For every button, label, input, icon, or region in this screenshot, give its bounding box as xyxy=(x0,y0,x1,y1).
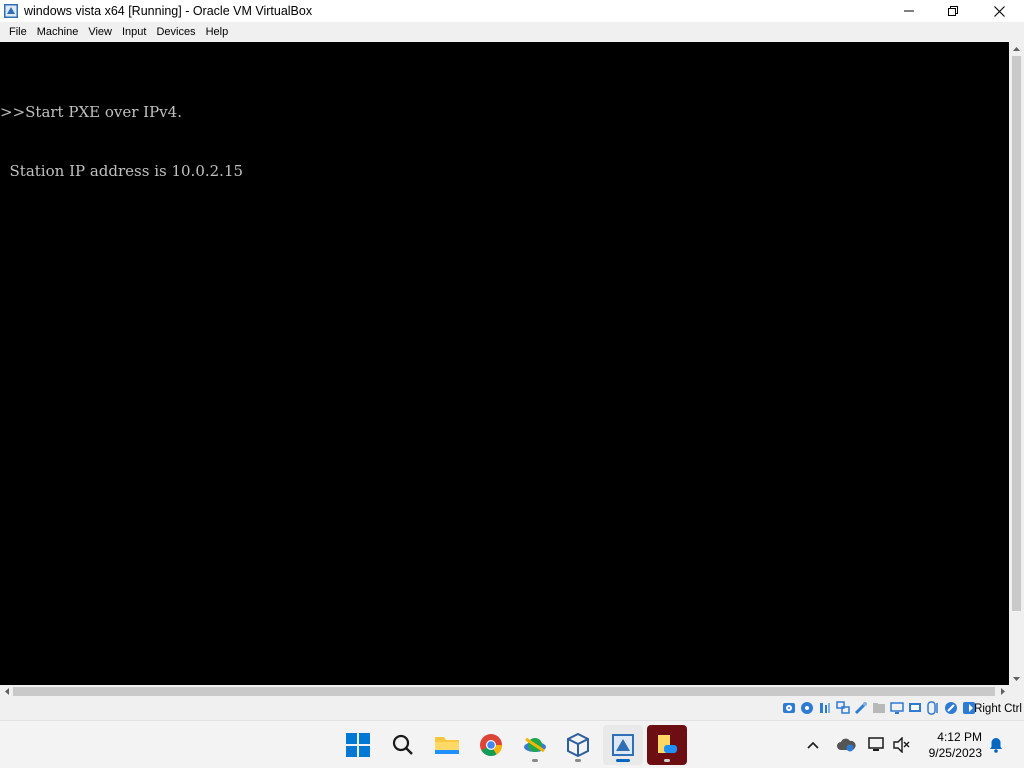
satellite-app-icon[interactable] xyxy=(515,725,555,765)
scroll-right-icon[interactable] xyxy=(996,685,1009,698)
mouse-integration-icon[interactable] xyxy=(925,700,940,715)
clock-date: 9/25/2023 xyxy=(928,746,982,760)
start-icon[interactable] xyxy=(338,725,378,765)
console-line: Station IP address is 10.0.2.15 xyxy=(0,161,244,180)
cloud-sync-icon[interactable] xyxy=(833,721,859,769)
minimize-button[interactable] xyxy=(886,0,932,22)
display-icon[interactable] xyxy=(889,700,904,715)
scrollbar-corner xyxy=(1009,685,1024,698)
scroll-up-icon[interactable] xyxy=(1009,42,1024,55)
virtualbox-icon[interactable] xyxy=(3,3,19,19)
close-button[interactable] xyxy=(976,0,1022,22)
file-explorer-icon[interactable] xyxy=(427,725,467,765)
notes-app-icon[interactable] xyxy=(647,725,687,765)
search-icon[interactable] xyxy=(383,725,423,765)
horizontal-scrollbar[interactable] xyxy=(0,685,1009,698)
clock[interactable]: 4:12 PM 9/25/2023 xyxy=(929,729,982,761)
scroll-left-icon[interactable] xyxy=(0,685,13,698)
vm-window-icon[interactable] xyxy=(603,725,643,765)
console-line: >>Start PXE over IPv4. xyxy=(0,103,182,121)
vm-display[interactable]: >>Start PXE over IPv4. Station IP addres… xyxy=(0,42,1009,685)
host-key-label: Right Ctrl xyxy=(974,703,1022,715)
vertical-scrollbar[interactable] xyxy=(1009,42,1024,685)
taskbar: 4:12 PM 9/25/2023 xyxy=(0,720,1024,768)
network-icon[interactable] xyxy=(835,700,850,715)
scroll-thumb[interactable] xyxy=(1012,56,1021,611)
status-bar: Right Ctrl xyxy=(0,698,1024,720)
menu-input[interactable]: Input xyxy=(117,22,151,42)
optical-disk-icon[interactable] xyxy=(799,700,814,715)
menu-file[interactable]: File xyxy=(4,22,32,42)
virtualbox-icon[interactable] xyxy=(558,725,598,765)
window-title: windows vista x64 [Running] - Oracle VM … xyxy=(24,4,313,18)
hard-disk-icon[interactable] xyxy=(781,700,796,715)
audio-icon[interactable] xyxy=(817,700,832,715)
console-output: >>Start PXE over IPv4. Station IP addres… xyxy=(0,64,243,220)
usb-icon[interactable] xyxy=(853,700,868,715)
maximize-button[interactable] xyxy=(930,0,976,22)
menu-machine[interactable]: Machine xyxy=(32,22,84,42)
shared-folders-icon[interactable] xyxy=(871,700,886,715)
menu-view[interactable]: View xyxy=(83,22,117,42)
menu-help[interactable]: Help xyxy=(201,22,234,42)
menu-bar: File Machine View Input Devices Help xyxy=(0,22,1024,42)
cpu-icon[interactable] xyxy=(943,700,958,715)
video-capture-icon[interactable] xyxy=(907,700,922,715)
network-status-icon[interactable] xyxy=(864,721,890,769)
chrome-icon[interactable] xyxy=(471,725,511,765)
show-hidden-icons-icon[interactable] xyxy=(800,721,826,769)
scroll-thumb[interactable] xyxy=(13,687,995,696)
menu-devices[interactable]: Devices xyxy=(151,22,200,42)
title-bar: windows vista x64 [Running] - Oracle VM … xyxy=(0,0,1024,22)
volume-muted-icon[interactable] xyxy=(889,721,915,769)
notification-bell-icon[interactable] xyxy=(985,721,1007,769)
clock-time: 4:12 PM xyxy=(937,730,982,744)
scroll-down-icon[interactable] xyxy=(1009,672,1024,685)
